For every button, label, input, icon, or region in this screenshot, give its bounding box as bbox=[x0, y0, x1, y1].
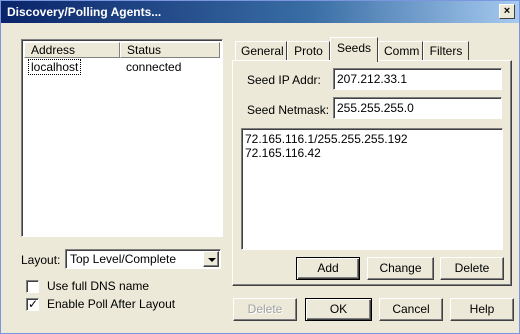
layout-selected-value: Top Level/Complete bbox=[70, 252, 177, 266]
chevron-down-icon bbox=[208, 258, 216, 262]
seed-ip-field[interactable]: 207.212.33.1 bbox=[333, 68, 502, 90]
delete-seed-button[interactable]: Delete bbox=[440, 257, 504, 280]
enable-poll-label: Enable Poll After Layout bbox=[47, 297, 176, 311]
agents-list[interactable]: Address Status localhost connected bbox=[21, 39, 223, 237]
cancel-button[interactable]: Cancel bbox=[379, 298, 443, 321]
window-title: Discovery/Polling Agents... bbox=[7, 5, 162, 19]
seed-netmask-field[interactable]: 255.255.255.0 bbox=[333, 97, 502, 119]
ok-button[interactable]: OK bbox=[305, 298, 372, 321]
title-bar[interactable]: Discovery/Polling Agents... × bbox=[1, 1, 519, 23]
seed-list[interactable]: 72.165.116.1/255.255.255.192 72.165.116.… bbox=[241, 128, 503, 250]
add-seed-button[interactable]: Add bbox=[296, 257, 360, 280]
full-dns-label: Use full DNS name bbox=[47, 279, 150, 293]
checkmark-icon: ✓ bbox=[28, 296, 39, 311]
agent-address-cell: localhost bbox=[24, 59, 120, 75]
seed-ip-label: Seed IP Addr: bbox=[247, 73, 321, 87]
help-button[interactable]: Help bbox=[450, 298, 514, 321]
tab-seeds[interactable]: Seeds bbox=[330, 37, 378, 62]
change-seed-label: Change bbox=[379, 261, 422, 275]
layout-label: Layout: bbox=[21, 253, 61, 267]
layout-dropdown-button[interactable] bbox=[203, 251, 219, 267]
list-item[interactable]: 72.165.116.1/255.255.255.192 bbox=[245, 132, 408, 146]
seed-netmask-value: 255.255.255.0 bbox=[337, 101, 414, 115]
change-seed-button[interactable]: Change bbox=[367, 257, 434, 280]
tab-general[interactable]: General bbox=[235, 41, 287, 61]
list-item[interactable]: localhost connected bbox=[24, 59, 220, 75]
ok-label: OK bbox=[329, 302, 348, 316]
enable-poll-checkbox[interactable]: ✓ bbox=[26, 296, 39, 311]
delete-label: Delete bbox=[247, 302, 283, 316]
agent-address: localhost bbox=[28, 59, 82, 75]
tab-proto[interactable]: Proto bbox=[287, 41, 330, 61]
layout-dropdown[interactable]: Top Level/Complete bbox=[65, 249, 221, 269]
discovery-polling-dialog: Discovery/Polling Agents... × Address St… bbox=[0, 0, 520, 334]
enable-poll-option[interactable]: ✓ Enable Poll After Layout bbox=[26, 296, 175, 312]
full-dns-option[interactable]: Use full DNS name bbox=[26, 278, 149, 294]
column-header-status[interactable]: Status bbox=[120, 42, 220, 58]
column-header-address[interactable]: Address bbox=[24, 42, 120, 58]
close-button[interactable]: × bbox=[499, 4, 515, 19]
help-label: Help bbox=[469, 302, 495, 316]
close-icon: × bbox=[503, 5, 511, 17]
list-item[interactable]: 72.165.116.42 bbox=[245, 146, 321, 160]
seed-netmask-label: Seed Netmask: bbox=[247, 103, 330, 117]
tab-filters[interactable]: Filters bbox=[423, 41, 469, 61]
cancel-label: Cancel bbox=[392, 302, 430, 316]
delete-seed-label: Delete bbox=[454, 261, 490, 275]
delete-button[interactable]: Delete bbox=[233, 298, 297, 321]
agents-list-header: Address Status bbox=[24, 42, 220, 58]
add-seed-label: Add bbox=[317, 261, 339, 275]
tab-comm[interactable]: Comm bbox=[378, 41, 423, 61]
agent-status-cell: connected bbox=[126, 60, 182, 74]
seed-ip-value: 207.212.33.1 bbox=[337, 72, 408, 86]
full-dns-checkbox[interactable] bbox=[26, 279, 39, 293]
